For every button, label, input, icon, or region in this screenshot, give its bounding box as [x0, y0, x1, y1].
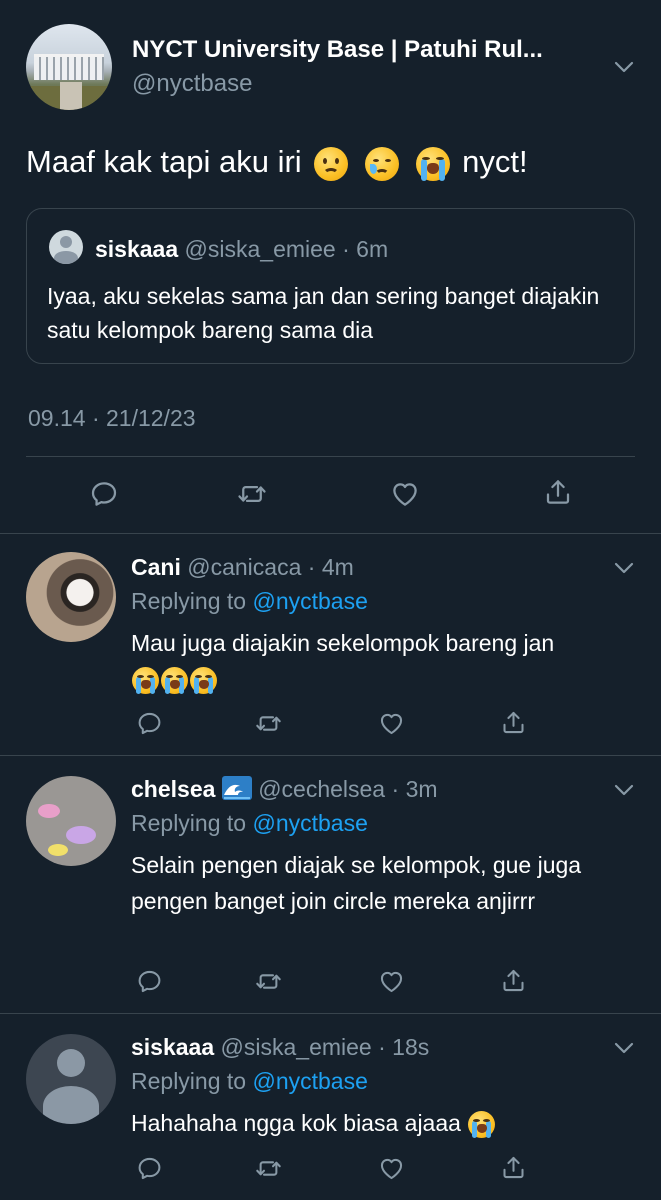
- retweet-icon[interactable]: [250, 705, 286, 741]
- quoted-tweet-card[interactable]: siskaaa @siska_emiee · 6m Iyaa, aku seke…: [26, 208, 635, 364]
- quoted-tweet-text: Iyaa, aku sekelas sama jan dan sering ba…: [47, 283, 600, 343]
- reply-avatar[interactable]: [26, 776, 116, 866]
- divider: [0, 1013, 661, 1014]
- reply-avatar[interactable]: [26, 1034, 116, 1124]
- quoted-author-handle[interactable]: @siska_emiee: [185, 236, 336, 262]
- reply-author-name[interactable]: Cani: [131, 554, 181, 580]
- replying-to-label: Replying to: [131, 810, 247, 836]
- reply-header: siskaaa @siska_emiee · 18s: [131, 1034, 430, 1060]
- tweet-text-start: Maaf kak tapi aku iri: [26, 144, 302, 179]
- loudly-crying-face-icon: [415, 146, 450, 181]
- replying-to-label: Replying to: [131, 588, 247, 614]
- replying-to-link[interactable]: @nyctbase: [252, 588, 367, 614]
- reply-time: 4m: [321, 554, 354, 580]
- reply-text: Mau juga diajakin sekelompok bareng jan: [131, 625, 631, 697]
- divider: [26, 456, 635, 457]
- reply-icon[interactable]: [131, 705, 167, 741]
- chevron-down-icon[interactable]: [612, 556, 636, 580]
- share-icon[interactable]: [495, 704, 531, 740]
- share-icon[interactable]: [495, 962, 531, 998]
- share-icon[interactable]: [540, 474, 576, 510]
- reply-time: 3m: [405, 776, 438, 802]
- replying-to-line: Replying to @nyctbase: [131, 588, 368, 615]
- water-wave-icon: [221, 776, 252, 800]
- separator-dot: ·: [335, 236, 357, 262]
- tweet-timestamp[interactable]: 09.14 · 21/12/23: [28, 405, 196, 432]
- share-icon[interactable]: [495, 1149, 531, 1185]
- reply-icon[interactable]: [131, 1150, 167, 1186]
- reply-text: Selain pengen diajak se kelompok, gue ju…: [131, 852, 582, 914]
- reply-time: 18s: [392, 1034, 430, 1060]
- reply-avatar[interactable]: [26, 552, 116, 642]
- divider: [0, 533, 661, 534]
- crying-face-icon: [364, 146, 399, 181]
- reply-author-handle[interactable]: @canicaca: [187, 554, 301, 580]
- retweet-icon[interactable]: [250, 1150, 286, 1186]
- author-display-name[interactable]: NYCT University Base | Patuhi Rul...: [132, 36, 592, 64]
- replying-to-link[interactable]: @nyctbase: [252, 1068, 367, 1094]
- quoted-tweet-time: 6m: [356, 236, 389, 262]
- like-icon[interactable]: [387, 476, 423, 512]
- loudly-crying-face-icon: [468, 1111, 496, 1139]
- tweet-text-end: nyct!: [462, 144, 528, 179]
- reply-author-handle[interactable]: @siska_emiee: [221, 1034, 372, 1060]
- replying-to-label: Replying to: [131, 1068, 247, 1094]
- replying-to-link[interactable]: @nyctbase: [252, 810, 367, 836]
- reply-text: Hahahaha ngga kok biasa ajaaa: [131, 1105, 631, 1141]
- reply-icon[interactable]: [131, 963, 167, 999]
- quoted-author-name[interactable]: siskaaa: [95, 236, 178, 262]
- like-icon[interactable]: [373, 705, 409, 741]
- reply-header: Cani @canicaca · 4m: [131, 554, 354, 580]
- author-avatar[interactable]: [26, 24, 112, 110]
- reply-text-body: Mau juga diajakin sekelompok bareng jan: [131, 630, 555, 656]
- tweet-text: Maaf kak tapi aku iri nyct!: [26, 144, 528, 181]
- chevron-down-icon[interactable]: [612, 55, 636, 79]
- reply-author-name[interactable]: chelsea: [131, 776, 215, 802]
- loudly-crying-face-icon: [132, 667, 159, 695]
- reply-header: chelsea @cechelsea · 3m: [131, 776, 438, 802]
- author-handle[interactable]: @nyctbase: [132, 70, 252, 98]
- reply-author-name[interactable]: siskaaa: [131, 1034, 214, 1060]
- quoted-author-avatar[interactable]: [49, 230, 83, 264]
- loudly-crying-face-icon: [190, 667, 217, 695]
- loudly-crying-face-icon: [161, 667, 188, 695]
- like-icon[interactable]: [373, 1150, 409, 1186]
- reply-author-handle[interactable]: @cechelsea: [258, 776, 385, 802]
- retweet-icon[interactable]: [250, 963, 286, 999]
- like-icon[interactable]: [373, 963, 409, 999]
- reply-text-body: Hahahaha ngga kok biasa ajaaa: [131, 1110, 461, 1136]
- retweet-icon[interactable]: [234, 476, 270, 512]
- reply-icon[interactable]: [86, 476, 122, 512]
- divider: [0, 755, 661, 756]
- replying-to-line: Replying to @nyctbase: [131, 1068, 368, 1095]
- quoted-tweet-header: siskaaa @siska_emiee · 6m: [95, 236, 388, 263]
- replying-to-line: Replying to @nyctbase: [131, 810, 368, 837]
- chevron-down-icon[interactable]: [612, 778, 636, 802]
- frowning-face-icon: [314, 146, 349, 181]
- chevron-down-icon[interactable]: [612, 1036, 636, 1060]
